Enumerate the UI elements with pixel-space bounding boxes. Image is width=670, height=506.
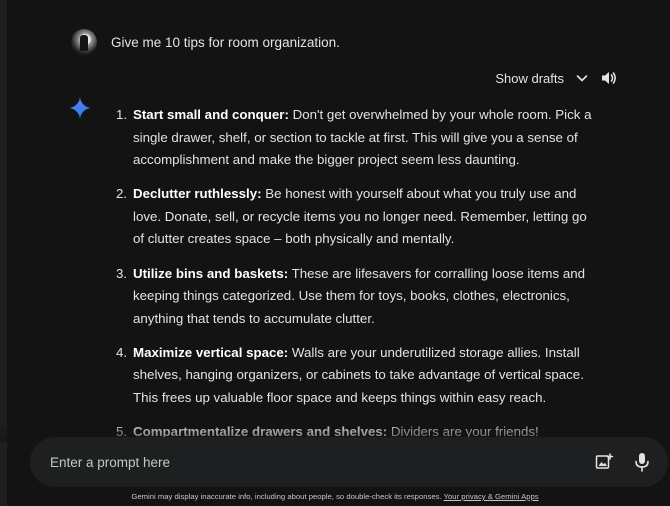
tip-number: 3. (116, 265, 128, 281)
tip-title: Start small and conquer: (133, 107, 289, 122)
tip-title: Maximize vertical space: (133, 344, 289, 360)
tip-item: 4. Maximize vertical space: Walls are you… (116, 342, 594, 410)
microphone-icon[interactable] (632, 451, 652, 473)
tip-title: Declutter ruthlessly: (133, 186, 262, 202)
tip-item: 1. Start small and conquer: Don't get ove… (116, 104, 594, 172)
volume-icon[interactable] (600, 69, 618, 87)
privacy-link[interactable]: Your privacy & Gemini Apps (444, 492, 539, 501)
gemini-sparkle-icon (69, 97, 91, 119)
show-drafts-label: Show drafts (495, 70, 564, 86)
prompt-bar (30, 437, 668, 487)
prompt-input[interactable] (50, 437, 550, 487)
tip-number: 2. (116, 186, 128, 202)
tip-body: Maximize vertical space: Walls are your … (133, 342, 594, 410)
tip-number: 4. (116, 344, 128, 360)
add-image-icon[interactable] (594, 452, 614, 472)
chevron-down-icon (576, 75, 588, 82)
tip-title: Utilize bins and baskets: (133, 265, 289, 281)
disclaimer-text: Gemini may display inaccurate info, incl… (131, 492, 444, 501)
tips-list: 1. Start small and conquer: Don't get ove… (116, 104, 594, 466)
user-message-text: Give me 10 tips for room organization. (111, 34, 340, 50)
tip-body: Utilize bins and baskets: These are life… (133, 263, 594, 331)
tip-item: 2. Declutter ruthlessly: Be honest with y… (116, 183, 594, 251)
user-message-row: Give me 10 tips for room organization. (71, 29, 340, 55)
tip-body: Declutter ruthlessly: Be honest with you… (133, 183, 594, 251)
tip-item: 3. Utilize bins and baskets: These are li… (116, 263, 594, 331)
gemini-chat-window: Give me 10 tips for room organization. S… (0, 0, 670, 506)
user-avatar[interactable] (71, 29, 97, 55)
tip-number: 1. (116, 107, 128, 122)
tip-body: Start small and conquer: Don't get overw… (133, 104, 594, 172)
show-drafts-button[interactable]: Show drafts (495, 70, 590, 86)
footer-disclaimer: Gemini may display inaccurate info, incl… (0, 492, 670, 501)
